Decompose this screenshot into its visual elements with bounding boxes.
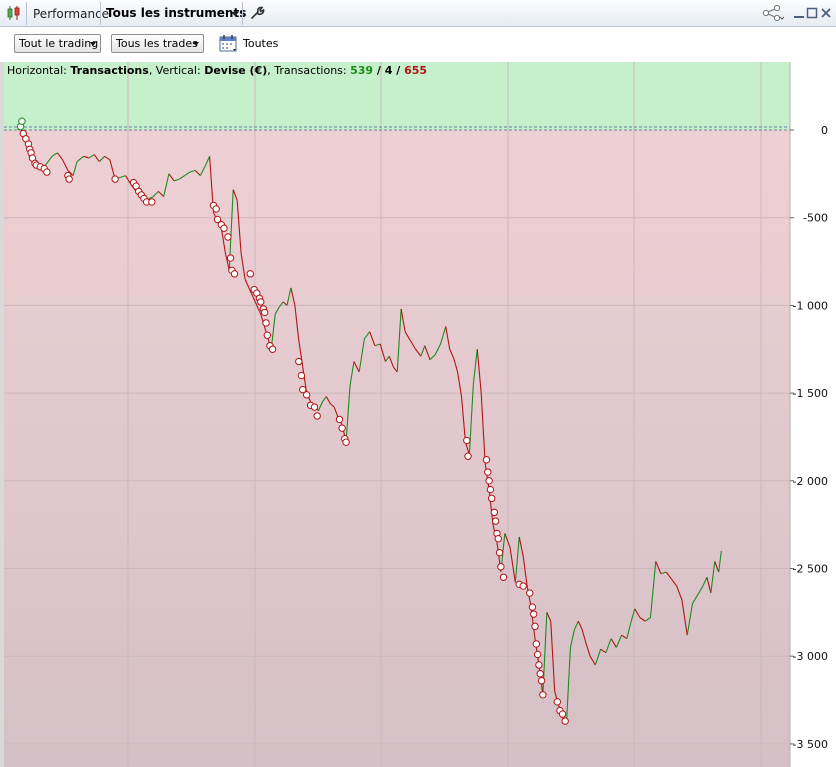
transactions-label: , Transactions: — [267, 64, 347, 77]
loss-trade-marker — [536, 670, 544, 678]
loss-trade-marker — [263, 331, 272, 339]
loss-trade-marker — [65, 175, 73, 183]
y-axis: 0 -500 -1 000 -1 500 -2 000 -2 500 -3 000 -3 50… — [790, 124, 828, 751]
titlebar-divider — [26, 2, 27, 25]
loss-trade-marker — [111, 175, 119, 183]
loss-trade-marker — [43, 168, 51, 176]
instruments-menu[interactable]: Tous les instruments — [106, 6, 246, 20]
trades-filter-dropdown[interactable]: Tous les trades — [111, 34, 204, 53]
y-tick-label: -2 000 — [793, 475, 828, 488]
loss-trade-marker — [486, 485, 495, 494]
equity-curve-chart: 0 -500 -1 000 -1 500 -2 000 -2 500 -3 000 -3 50… — [0, 62, 828, 767]
loss-trade-marker — [335, 415, 344, 424]
chevron-down-icon — [193, 42, 199, 46]
y-tick-label: -500 — [803, 212, 828, 225]
y-tick-label: -2 500 — [793, 563, 828, 576]
loss-trade-marker — [487, 494, 496, 503]
loss-trade-marker — [533, 650, 542, 659]
loss-trade-marker — [494, 534, 502, 543]
vertical-label: , Vertical: — [148, 64, 201, 77]
period-label: Toutes — [243, 37, 279, 50]
loss-trade-marker — [553, 698, 562, 706]
loss-trade-marker — [528, 603, 537, 611]
loss-trade-marker — [338, 424, 346, 432]
loss-trade-marker — [268, 345, 277, 353]
loss-trade-marker — [485, 477, 493, 485]
wrench-icon[interactable] — [249, 5, 265, 21]
loss-trade-marker — [295, 357, 303, 366]
loss-trade-marker — [148, 198, 156, 206]
loss-trade-marker — [491, 517, 500, 525]
loss-trade-marker — [532, 640, 541, 648]
winning-trades-count: 539 — [350, 64, 374, 77]
loss-trade-marker — [529, 610, 538, 618]
loss-trade-marker — [499, 573, 508, 581]
chevron-down-icon[interactable] — [231, 12, 239, 16]
y-tick-label: -3 500 — [793, 738, 828, 751]
horizontal-label: Horizontal: — [7, 64, 67, 77]
left-edge — [0, 62, 4, 767]
count-separator: / — [392, 64, 405, 77]
titlebar-divider — [100, 2, 101, 25]
loss-trade-marker — [313, 412, 321, 420]
titlebar-divider — [242, 2, 243, 25]
y-tick-label: -1 500 — [793, 387, 828, 400]
loss-trade-marker — [561, 717, 569, 725]
loss-trade-marker — [302, 391, 311, 399]
loss-trade-marker — [497, 563, 505, 571]
y-tick-label: -3 000 — [793, 650, 828, 663]
count-separator: / — [373, 64, 385, 77]
loss-trade-marker — [226, 254, 235, 262]
loss-zone — [4, 130, 790, 767]
loss-trade-marker — [212, 205, 220, 213]
losing-trades-count: 655 — [404, 64, 428, 77]
loss-trade-marker — [224, 233, 232, 241]
loss-trade-marker — [310, 403, 319, 411]
window-title: Performance — [33, 7, 110, 21]
loss-trade-marker — [539, 691, 547, 699]
loss-trade-marker — [257, 298, 265, 306]
win-trade-marker — [18, 117, 26, 125]
trades-filter-label: Tous les trades — [116, 37, 198, 50]
horizontal-value: Transactions — [70, 64, 149, 77]
loss-trade-marker — [246, 270, 254, 278]
trading-filter-dropdown[interactable]: Tout le trading — [14, 34, 101, 53]
loss-trade-marker — [262, 319, 270, 327]
loss-trade-marker — [342, 438, 350, 446]
loss-trade-marker — [526, 589, 534, 597]
loss-trade-marker — [535, 661, 543, 669]
chevron-down-icon — [90, 42, 96, 46]
candlestick-icon — [7, 6, 20, 20]
loss-trade-marker — [558, 710, 567, 718]
loss-trade-marker — [260, 308, 269, 317]
loss-trade-marker — [482, 456, 491, 464]
loss-trade-marker — [519, 582, 527, 590]
chart-info-line: Horizontal: Transactions, Vertical: Devi… — [7, 64, 427, 77]
y-tick-label: -1 000 — [793, 299, 828, 312]
loss-trade-marker — [531, 622, 539, 631]
loss-trade-marker — [297, 371, 306, 380]
y-tick-label: 0 — [821, 124, 828, 137]
trading-filter-label: Tout le trading — [19, 37, 99, 50]
close-icon[interactable] — [820, 7, 832, 19]
share-icon[interactable] — [762, 4, 784, 22]
vertical-value: Devise (€) — [204, 64, 268, 77]
minimize-icon[interactable] — [793, 7, 805, 19]
maximize-icon[interactable] — [806, 7, 818, 19]
loss-trade-marker — [490, 508, 499, 517]
loss-trade-marker — [495, 549, 504, 557]
loss-trade-marker — [220, 224, 228, 232]
loss-trade-marker — [537, 677, 546, 685]
loss-trade-marker — [463, 436, 471, 445]
loss-trade-marker — [484, 468, 492, 476]
loss-trade-marker — [230, 270, 239, 278]
calendar-icon[interactable] — [219, 34, 239, 53]
window-titlebar: Performance Tous les instruments — [0, 0, 836, 27]
loss-trade-marker — [464, 452, 472, 460]
